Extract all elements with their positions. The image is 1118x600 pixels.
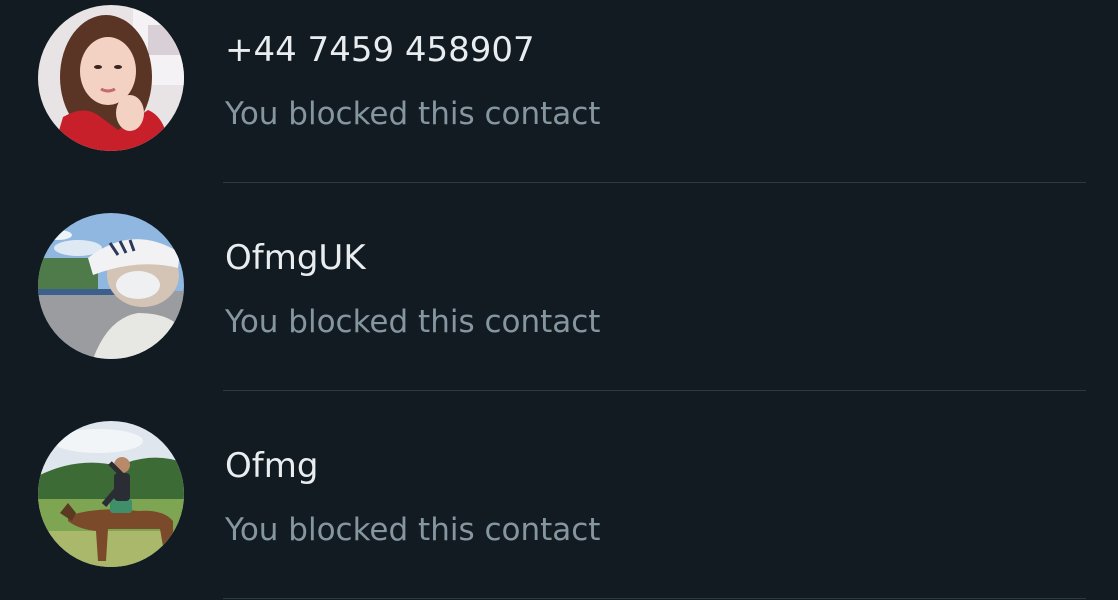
contact-row[interactable]: Ofmg You blocked this contact <box>0 391 1118 599</box>
avatar-photo-person-cap-icon <box>38 213 184 359</box>
contact-name: OfmgUK <box>225 238 366 278</box>
avatar-photo-woman-icon <box>38 5 184 151</box>
contact-avatar[interactable] <box>38 421 184 567</box>
contact-name: Ofmg <box>225 446 319 486</box>
row-divider <box>223 598 1086 599</box>
contact-status: You blocked this contact <box>225 96 601 132</box>
avatar-photo-horse-rider-icon <box>38 421 184 567</box>
contact-row[interactable]: OfmgUK You blocked this contact <box>0 183 1118 391</box>
contact-avatar[interactable] <box>38 5 184 151</box>
contact-row[interactable]: +44 7459 458907 You blocked this contact <box>0 0 1118 183</box>
contact-name: +44 7459 458907 <box>225 30 535 70</box>
contact-status: You blocked this contact <box>225 512 601 548</box>
contact-avatar[interactable] <box>38 213 184 359</box>
contact-status: You blocked this contact <box>225 304 601 340</box>
blocked-contacts-list: +44 7459 458907 You blocked this contact… <box>0 0 1118 600</box>
